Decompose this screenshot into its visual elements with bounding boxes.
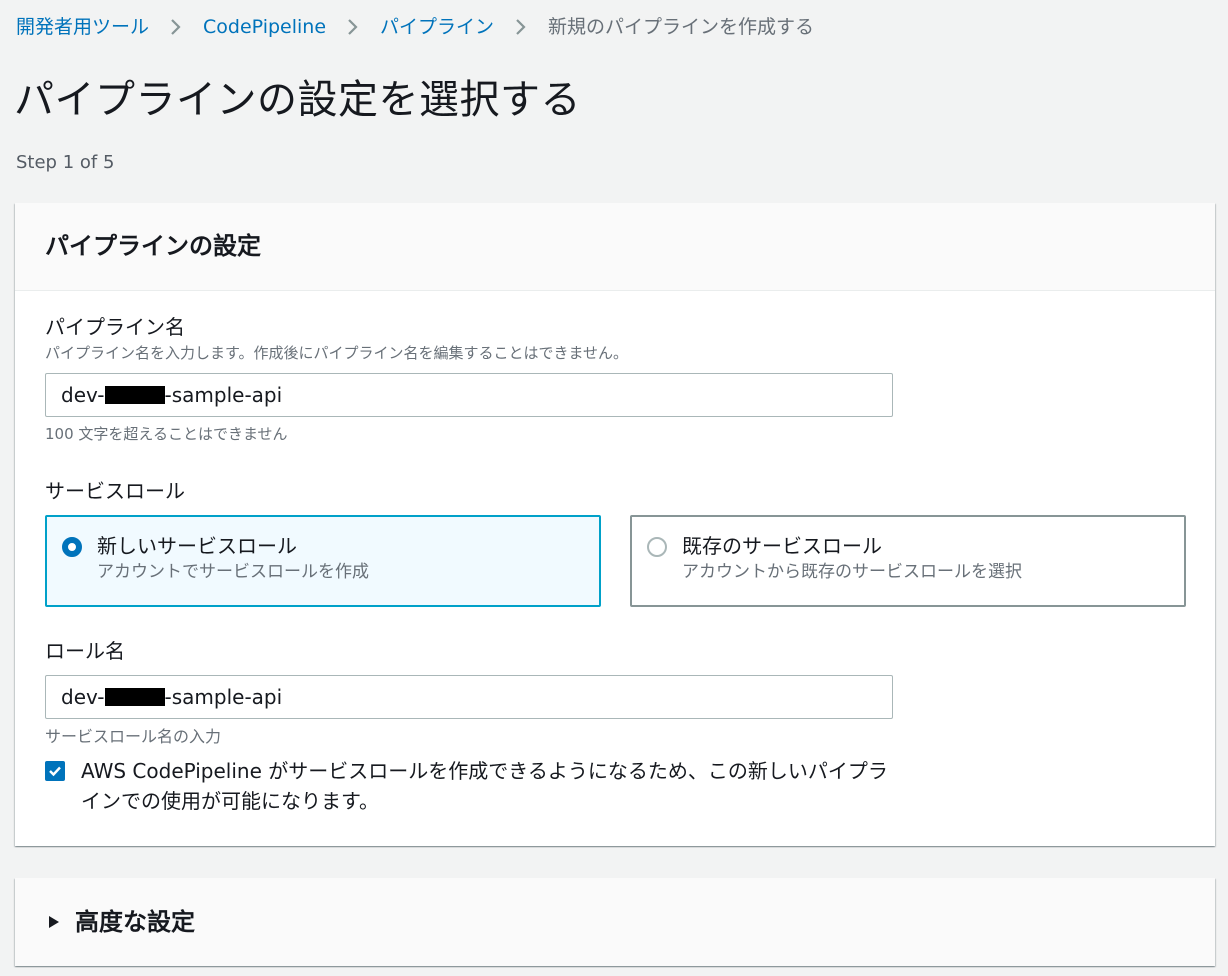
existing-service-role-tile[interactable]: 既存のサービスロール アカウントから既存のサービスロールを選択: [630, 515, 1186, 607]
allow-service-role-label[interactable]: AWS CodePipeline がサービスロールを作成できるようになるため、こ…: [81, 756, 901, 816]
caret-right-icon: [49, 916, 59, 928]
step-indicator: Step 1 of 5: [16, 152, 115, 173]
pipeline-name-label: パイプライン名: [45, 315, 185, 339]
panel-title: パイプラインの設定: [45, 232, 261, 260]
advanced-settings-toggle[interactable]: 高度な設定: [15, 878, 1215, 966]
chevron-right-icon: [326, 18, 380, 36]
breadcrumb-codepipeline[interactable]: CodePipeline: [203, 14, 326, 40]
breadcrumb: 開発者用ツール CodePipeline パイプライン 新規のパイプラインを作成…: [16, 14, 814, 40]
allow-service-role-checkbox[interactable]: [45, 761, 65, 781]
role-name-description: サービスロール名の入力: [45, 727, 222, 746]
panel-header: パイプラインの設定: [15, 203, 1215, 291]
role-name-suffix: -sample-api: [164, 685, 283, 709]
new-service-role-title: 新しいサービスロール: [97, 534, 297, 558]
service-role-label: サービスロール: [45, 479, 185, 503]
chevron-right-icon: [149, 18, 203, 36]
advanced-settings-title: 高度な設定: [75, 908, 195, 936]
breadcrumb-current: 新規のパイプラインを作成する: [548, 16, 815, 38]
checkmark-icon: [49, 766, 61, 777]
chevron-right-icon: [494, 18, 548, 36]
pipeline-name-description: パイプライン名を入力します。作成後にパイプライン名を編集することはできません。: [45, 344, 629, 362]
redaction-block: [104, 688, 165, 706]
role-name-label: ロール名: [45, 639, 125, 663]
redaction-block: [104, 386, 165, 404]
role-name-input[interactable]: dev- -sample-api: [45, 675, 893, 719]
page-title: パイプラインの設定を選択する: [14, 77, 581, 123]
breadcrumb-pipelines[interactable]: パイプライン: [380, 14, 494, 40]
radio-existing-service-role[interactable]: [647, 537, 667, 557]
new-service-role-description: アカウントでサービスロールを作成: [97, 562, 369, 582]
breadcrumb-developer-tools[interactable]: 開発者用ツール: [16, 14, 149, 40]
pipeline-name-input[interactable]: dev- -sample-api: [45, 373, 893, 417]
new-service-role-tile[interactable]: 新しいサービスロール アカウントでサービスロールを作成: [45, 515, 601, 607]
radio-new-service-role[interactable]: [62, 537, 82, 557]
pipeline-name-prefix: dev-: [61, 383, 105, 407]
pipeline-name-suffix: -sample-api: [164, 383, 283, 407]
role-name-prefix: dev-: [61, 685, 105, 709]
pipeline-settings-panel: パイプラインの設定 パイプライン名 パイプライン名を入力します。作成後にパイプラ…: [15, 203, 1215, 846]
existing-service-role-title: 既存のサービスロール: [682, 534, 882, 558]
existing-service-role-description: アカウントから既存のサービスロールを選択: [682, 562, 1022, 582]
pipeline-name-constraint: 100 文字を超えることはできません: [45, 425, 288, 443]
